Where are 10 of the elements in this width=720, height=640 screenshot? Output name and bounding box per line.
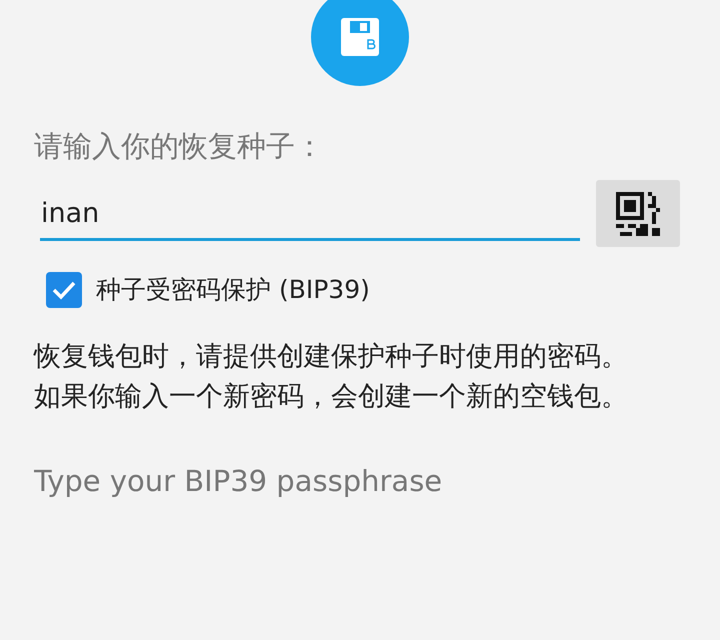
seed-prompt: 请输入你的恢复种子： (34, 128, 325, 164)
qr-code-icon (616, 192, 660, 236)
explanation-text: 恢复钱包时，请提供创建保护种子时使用的密码。 (34, 340, 629, 374)
passphrase-checkbox[interactable] (46, 272, 82, 308)
passphrase-option-label: 种子受密码保护 (BIP39) (96, 274, 370, 306)
qr-scan-button[interactable] (596, 180, 680, 247)
checkmark-icon (51, 280, 77, 300)
explanation-text: 如果你输入一个新密码，会创建一个新的空钱包。 (34, 380, 629, 414)
seed-input-field[interactable]: inan (40, 189, 580, 241)
passphrase-input-field[interactable]: Type your BIP39 passphrase (34, 456, 674, 504)
